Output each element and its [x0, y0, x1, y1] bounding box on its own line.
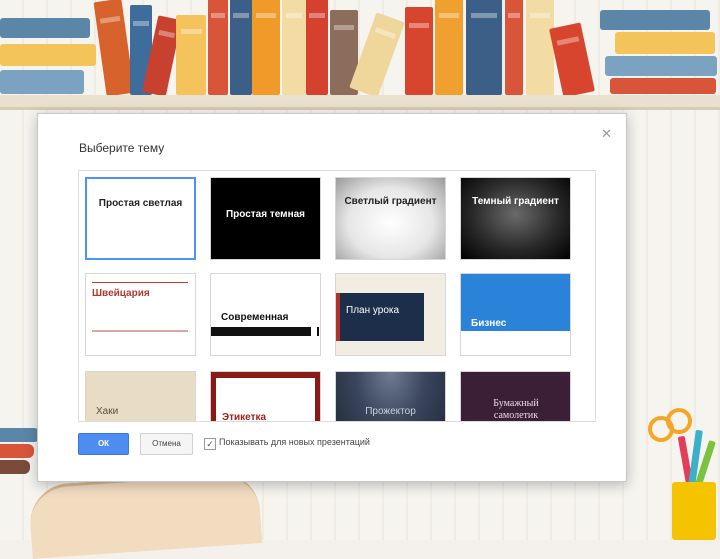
theme-thumb-paper-plane[interactable]: Бумажный самолетик	[460, 371, 571, 421]
theme-thumb-light-gradient[interactable]: Светлый градиент	[335, 177, 446, 260]
theme-panel: План урока	[336, 293, 424, 341]
theme-thumb-spotlight[interactable]: Прожектор	[335, 371, 446, 421]
close-icon[interactable]: ✕	[601, 127, 612, 140]
theme-label: Светлый градиент	[344, 196, 437, 207]
theme-thumb-business[interactable]: Бизнес	[460, 273, 571, 356]
theme-label: Бумажный самолетик	[493, 398, 539, 421]
theme-label: Прожектор	[365, 406, 416, 417]
dialog-title: Выберите тему	[79, 141, 165, 155]
theme-thumb-khaki[interactable]: Хаки	[85, 371, 196, 421]
theme-accent-line	[92, 330, 188, 332]
ok-button[interactable]: ОК	[78, 433, 129, 455]
theme-panel: Этикетка	[216, 378, 315, 422]
theme-label: Простая темная	[225, 209, 306, 220]
theme-label: Современная	[221, 312, 289, 323]
show-for-new-label: Показывать для новых презентаций	[219, 437, 370, 447]
show-for-new-checkbox[interactable]: ✓	[204, 438, 216, 450]
theme-label: Этикетка	[222, 412, 267, 422]
theme-label: Швейцария	[92, 288, 150, 299]
theme-thumb-dark-gradient[interactable]: Темный градиент	[460, 177, 571, 260]
theme-panel: Бизнес	[461, 274, 570, 331]
theme-picker-dialog: Выберите тему ✕ Простая светлая Простая …	[37, 113, 627, 482]
theme-label: Темный градиент	[472, 196, 559, 207]
theme-thumb-simple-dark[interactable]: Простая темная	[210, 177, 321, 260]
theme-accent-line	[92, 282, 188, 283]
shelf	[0, 95, 720, 110]
cancel-button[interactable]: Отмена	[140, 433, 193, 455]
theme-label: Простая светлая	[98, 198, 183, 209]
theme-thumb-label[interactable]: Этикетка	[210, 371, 321, 422]
theme-grid[interactable]: Простая светлая Простая темная Светлый г…	[78, 170, 596, 422]
theme-thumb-lesson-plan[interactable]: План урока	[335, 273, 446, 356]
theme-label: Бизнес	[471, 318, 507, 329]
theme-thumb-simple-light[interactable]: Простая светлая	[85, 177, 196, 260]
theme-label: План урока	[346, 305, 400, 316]
theme-accent-bar	[211, 327, 311, 336]
theme-accent-bar	[317, 327, 319, 336]
theme-label: Хаки	[96, 406, 119, 417]
theme-thumb-switzerland[interactable]: Швейцария	[85, 273, 196, 356]
theme-thumb-modern[interactable]: Современная	[210, 273, 321, 356]
